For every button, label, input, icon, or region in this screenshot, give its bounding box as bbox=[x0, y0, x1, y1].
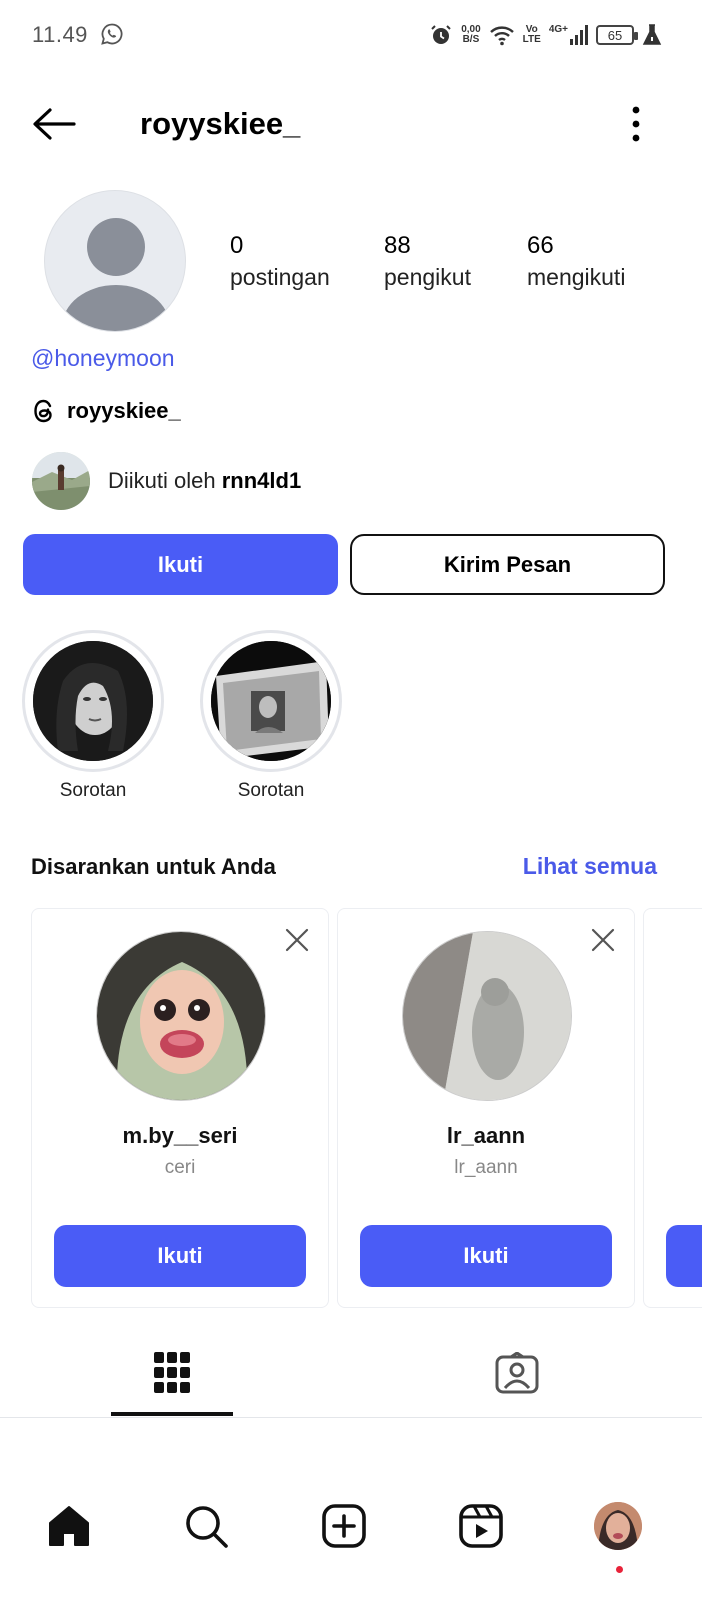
active-tab-indicator bbox=[111, 1412, 233, 1416]
nav-home[interactable] bbox=[39, 1496, 99, 1556]
status-icons: 0,00 B/S Vo LTE 4G+ 65 bbox=[429, 20, 662, 50]
threads-link[interactable]: @honeymoon bbox=[31, 345, 175, 372]
highlight-label: Sorotan bbox=[237, 780, 305, 801]
suggestion-name: ceri bbox=[164, 1157, 196, 1178]
message-button[interactable]: Kirim Pesan bbox=[350, 534, 665, 595]
suggestion-avatar[interactable] bbox=[402, 931, 572, 1101]
suggestion-card[interactable]: lr_aann lr_aann Ikuti bbox=[337, 908, 635, 1308]
stat-followers-label: pengikut bbox=[384, 264, 471, 290]
suggestion-follow-button[interactable] bbox=[666, 1225, 702, 1287]
home-icon bbox=[49, 1506, 89, 1546]
stat-posts: 0 postingan bbox=[230, 232, 330, 291]
stat-following-label: mengikuti bbox=[527, 264, 626, 290]
nav-reels[interactable] bbox=[451, 1496, 511, 1556]
threads-username: royyskiee_ bbox=[67, 398, 181, 423]
stat-posts-label: postingan bbox=[230, 264, 330, 290]
close-icon[interactable] bbox=[284, 927, 310, 953]
suggestion-card[interactable]: m.by__seri ceri Ikuti bbox=[31, 908, 329, 1308]
grid-icon bbox=[154, 1352, 190, 1393]
tab-tagged[interactable] bbox=[456, 1330, 578, 1416]
suggestions-title: Disarankan untuk Anda bbox=[31, 854, 276, 879]
wifi-icon bbox=[489, 26, 514, 46]
stat-followers[interactable]: 88 pengikut bbox=[384, 232, 471, 291]
stat-following[interactable]: 66 mengikuti bbox=[527, 232, 625, 291]
reels-icon bbox=[459, 1504, 503, 1548]
suggestion-follow-button[interactable]: Ikuti bbox=[54, 1225, 306, 1287]
follow-button[interactable]: Ikuti bbox=[23, 534, 338, 595]
tagged-icon bbox=[495, 1352, 539, 1394]
stat-followers-value: 88 bbox=[384, 232, 411, 259]
status-bar: 11.49 0,00 B/S Vo LTE 4G+ 65 bbox=[0, 0, 702, 72]
followed-prefix: Diikuti oleh bbox=[108, 468, 216, 493]
suggestion-avatar[interactable] bbox=[96, 931, 266, 1101]
network-speed: 0,00 B/S bbox=[461, 24, 481, 45]
highlight-cover bbox=[33, 641, 153, 761]
profile-header: royyskiee_ bbox=[0, 90, 702, 160]
flask-icon bbox=[642, 24, 662, 45]
bottom-navigation bbox=[0, 1478, 702, 1600]
profile-avatar[interactable] bbox=[44, 190, 186, 332]
stat-posts-value: 0 bbox=[230, 232, 244, 259]
followed-by[interactable]: Diikuti oleh rnn4ld1 bbox=[32, 452, 301, 510]
suggestion-username: m.by__seri bbox=[122, 1123, 238, 1148]
search-icon bbox=[186, 1506, 228, 1548]
signal-indicator: 4G+ bbox=[549, 25, 588, 45]
tab-posts[interactable] bbox=[111, 1330, 233, 1416]
profile-tabs bbox=[0, 1330, 702, 1418]
highlight-cover bbox=[211, 641, 331, 761]
nav-search[interactable] bbox=[176, 1496, 236, 1556]
back-arrow-icon[interactable] bbox=[30, 106, 78, 142]
signal-icon bbox=[570, 25, 588, 45]
notification-dot bbox=[616, 1566, 623, 1573]
nav-profile[interactable] bbox=[588, 1496, 648, 1573]
see-all-link[interactable]: Lihat semua bbox=[523, 853, 657, 880]
highlight-item[interactable]: Sorotan bbox=[200, 630, 342, 802]
create-icon bbox=[322, 1504, 366, 1548]
stat-following-value: 66 bbox=[527, 232, 554, 259]
highlight-item[interactable]: Sorotan bbox=[22, 630, 164, 802]
suggestion-username: lr_aann bbox=[446, 1123, 526, 1148]
suggestion-card-partial[interactable] bbox=[643, 908, 702, 1308]
suggestion-follow-button[interactable]: Ikuti bbox=[360, 1225, 612, 1287]
threads-icon bbox=[34, 399, 52, 423]
whatsapp-icon bbox=[101, 23, 123, 45]
suggestion-name: lr_aann bbox=[454, 1157, 518, 1178]
volte-indicator: Vo LTE bbox=[522, 24, 541, 45]
follower-avatar bbox=[32, 452, 90, 510]
threads-badge[interactable]: royyskiee_ bbox=[31, 397, 181, 425]
status-time: 11.49 bbox=[32, 22, 88, 47]
more-vertical-icon[interactable] bbox=[626, 104, 646, 144]
battery-indicator: 65 bbox=[596, 25, 638, 45]
close-icon[interactable] bbox=[590, 927, 616, 953]
profile-avatar-icon bbox=[594, 1502, 642, 1550]
highlight-label: Sorotan bbox=[59, 780, 127, 801]
page-title: royyskiee_ bbox=[140, 106, 301, 141]
nav-create[interactable] bbox=[314, 1496, 374, 1556]
default-avatar-icon bbox=[62, 218, 170, 331]
followed-username: rnn4ld1 bbox=[221, 468, 302, 493]
alarm-icon bbox=[431, 25, 451, 44]
